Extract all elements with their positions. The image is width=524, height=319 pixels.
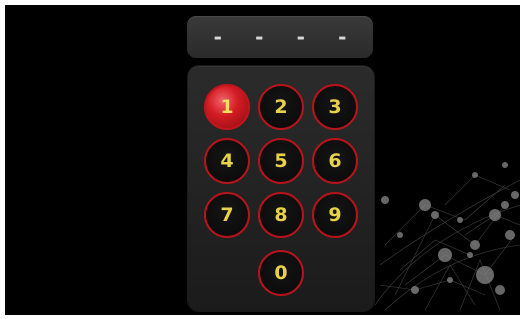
key-6-button[interactable]: 6 (312, 138, 358, 184)
keypad: 1 2 3 4 5 6 7 8 9 0 (188, 66, 374, 311)
code-slot: - (211, 25, 224, 49)
lock-screen: - - - - 1 2 3 4 5 6 7 8 9 0 (5, 5, 520, 315)
key-4-button[interactable]: 4 (204, 138, 250, 184)
key-2-button[interactable]: 2 (258, 84, 304, 130)
code-slot: - (294, 25, 307, 49)
key-1-button[interactable]: 1 (204, 84, 250, 130)
key-9-button[interactable]: 9 (312, 192, 358, 238)
key-3-button[interactable]: 3 (312, 84, 358, 130)
code-display: - - - - (187, 16, 373, 58)
code-slot: - (253, 25, 266, 49)
key-0-button[interactable]: 0 (258, 250, 304, 296)
key-5-button[interactable]: 5 (258, 138, 304, 184)
code-slot: - (336, 25, 349, 49)
key-7-button[interactable]: 7 (204, 192, 250, 238)
key-8-button[interactable]: 8 (258, 192, 304, 238)
